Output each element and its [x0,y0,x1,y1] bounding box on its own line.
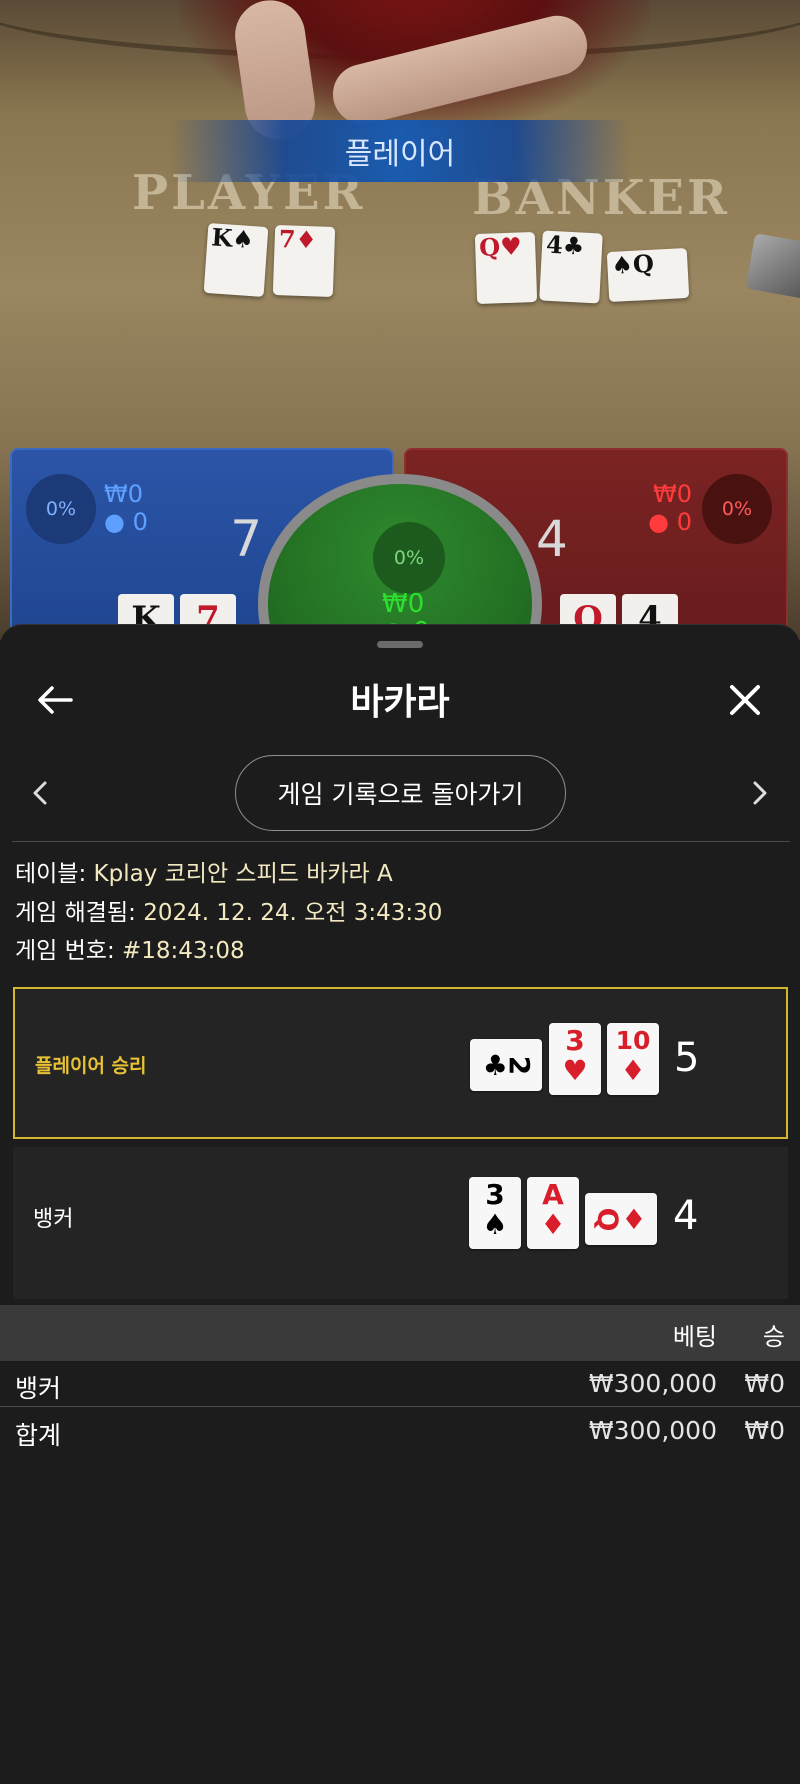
person-icon: ● [104,508,125,536]
tie-percentage: 0% [373,522,445,594]
banker-bet-amount: ₩0 [653,480,692,508]
game-number-info: 게임 번호: #18:43:08 [15,936,245,966]
player-bettor-count: ● 0 [104,508,148,536]
banker-bettor-count: ● 0 [648,508,692,536]
banker-card-1: 3 ♠ [469,1177,521,1249]
game-number-value: #18:43:08 [122,938,245,964]
round-navigation: 게임 기록으로 돌아가기 [0,753,800,833]
table-info-key: 테이블: [15,861,87,887]
card-shoe [745,233,800,299]
table-card: Q♥ [474,231,538,305]
table-info-value: Kplay 코리안 스피드 바카라 A [93,861,393,887]
previous-round-button[interactable] [20,773,60,813]
live-game-video: PLAYER BANKER 플레이어 K♠ 7♦ Q♥ 4♣ ♠Q 0% ₩0 … [0,0,800,640]
banker-card-2: A ♦ [527,1177,579,1249]
total-label: 합계 [15,1421,62,1450]
chevron-right-icon [753,781,767,805]
player-result-row: 플레이어 승리 ♣ 2 3 ♥ 10 ♦ 5 [13,987,788,1139]
table-info: 테이블: Kplay 코리안 스피드 바카라 A [15,859,393,889]
chevron-left-icon [33,781,47,805]
table-row: 뱅커 ₩300,000 ₩0 [0,1361,800,1407]
player-bet-amount: ₩0 [104,480,143,508]
next-round-button[interactable] [740,773,780,813]
table-card: 4♣ [539,230,603,304]
total-bet-amount: ₩300,000 [588,1416,717,1445]
table-card: K♠ [203,222,269,298]
sheet-drag-handle[interactable] [377,641,423,648]
game-number-key: 게임 번호: [15,938,115,964]
banker-score: 4 [536,510,568,568]
banker-result-row: 뱅커 3 ♠ A ♦ Q ♦ 4 [13,1147,788,1299]
tie-bet-amount: ₩0 [382,589,425,619]
person-icon: ● [648,508,670,536]
player-bet-stats: ₩0 ● 0 [104,480,148,536]
close-icon [730,685,760,715]
bet-amount: ₩300,000 [588,1369,717,1398]
table-card: 7♦ [272,224,336,298]
winner-banner-text: 플레이어 [344,137,456,172]
player-card-1: ♣ 2 [470,1039,542,1091]
back-to-history-button[interactable]: 게임 기록으로 돌아가기 [235,755,566,831]
player-percentage: 0% [26,474,96,544]
divider [12,841,790,842]
close-button[interactable] [720,675,770,725]
bets-table-header: 베팅 승 [0,1305,800,1361]
player-result-label: 플레이어 승리 [35,1055,147,1077]
resolved-info-key: 게임 해결됨: [15,900,136,926]
win-column-header: 승 [762,1323,785,1351]
resolved-info: 게임 해결됨: 2024. 12. 24. 오전 3:43:30 [15,898,442,928]
player-score: 7 [230,510,262,568]
sheet-title: 바카라 [350,682,450,723]
resolved-info-value: 2024. 12. 24. 오전 3:43:30 [143,900,443,926]
bet-type: 뱅커 [15,1374,62,1403]
player-card-2: 3 ♥ [549,1023,601,1095]
bet-column-header: 베팅 [672,1323,717,1351]
banker-card-3: Q ♦ [585,1193,657,1245]
player-card-3: 10 ♦ [607,1023,659,1095]
total-win-amount: ₩0 [744,1416,785,1445]
sheet-header: 바카라 [0,663,800,733]
winner-banner: 플레이어 [170,120,630,182]
table-row-total: 합계 ₩300,000 ₩0 [0,1408,800,1454]
banker-result-label: 뱅커 [33,1207,74,1232]
table-card: ♠Q [606,247,690,303]
banker-hand-total: 4 [673,1193,699,1239]
player-hand-total: 5 [674,1035,700,1081]
banker-bet-stats: ₩0 ● 0 [648,480,692,536]
win-amount: ₩0 [744,1369,785,1398]
game-history-sheet: 바카라 게임 기록으로 돌아가기 테이블: Kplay 코리안 스피드 바카라 … [0,624,800,1784]
banker-percentage: 0% [702,474,772,544]
